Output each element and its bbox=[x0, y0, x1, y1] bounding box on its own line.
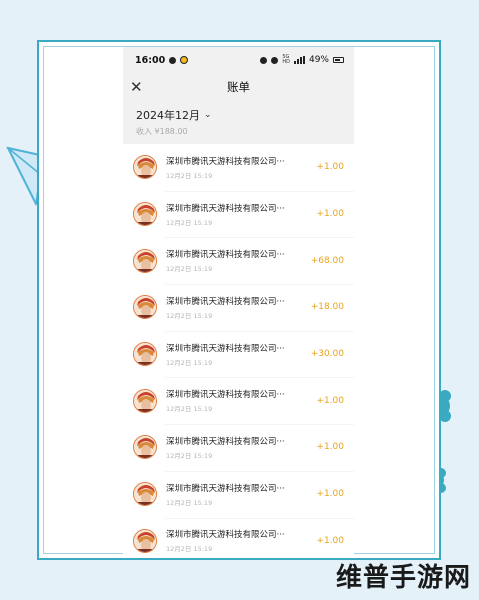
transaction-amount: +30.00 bbox=[310, 349, 344, 360]
transaction-date: 12月2日 15:19 bbox=[166, 171, 213, 180]
notification-icon bbox=[169, 56, 177, 64]
battery-percent: 49% bbox=[308, 55, 329, 65]
page-title: 账单 bbox=[227, 80, 250, 94]
row-text: 深圳市腾讯天游科技有限公司··· 12月2日 15:19 bbox=[166, 202, 310, 227]
row-text: 深圳市腾讯天游科技有限公司··· 12月2日 15:19 bbox=[166, 342, 305, 367]
merchant-name: 深圳市腾讯天游科技有限公司··· bbox=[166, 250, 285, 261]
battery-icon bbox=[333, 57, 344, 63]
transaction-date: 12月2日 15:19 bbox=[166, 311, 213, 320]
app-notification-icon bbox=[180, 56, 189, 64]
row-text: 深圳市腾讯天游科技有限公司··· 12月2日 15:19 bbox=[166, 528, 310, 553]
merchant-name: 深圳市腾讯天游科技有限公司··· bbox=[166, 156, 285, 167]
game-hero-avatar bbox=[133, 202, 157, 227]
chevron-down-icon: ⌄ bbox=[204, 110, 212, 120]
signal-icon bbox=[293, 56, 305, 64]
transaction-date: 12月2日 15:19 bbox=[166, 405, 213, 414]
transaction-row[interactable]: 深圳市腾讯天游科技有限公司··· 12月2日 15:19 +1.00 bbox=[123, 377, 354, 424]
transaction-date: 12月2日 15:19 bbox=[166, 218, 213, 227]
transaction-row[interactable]: 深圳市腾讯天游科技有限公司··· 12月2日 15:19 +1.00 bbox=[123, 517, 354, 555]
merchant-name: 深圳市腾讯天游科技有限公司··· bbox=[166, 203, 285, 214]
game-hero-avatar bbox=[133, 155, 157, 180]
transaction-date: 12月2日 15:19 bbox=[166, 545, 213, 554]
game-hero-avatar bbox=[133, 295, 157, 320]
transaction-row[interactable]: 深圳市腾讯天游科技有限公司··· 12月2日 15:19 +1.00 bbox=[123, 424, 354, 471]
transaction-row[interactable]: 深圳市腾讯天游科技有限公司··· 12月2日 15:19 +1.00 bbox=[123, 470, 354, 518]
month-label: 2024年12月 bbox=[136, 109, 200, 122]
transaction-date: 12月2日 15:19 bbox=[166, 498, 213, 507]
status-time: 16:00 bbox=[135, 54, 166, 66]
row-text: 深圳市腾讯天游科技有限公司··· 12月2日 15:19 bbox=[166, 388, 310, 413]
transaction-amount: +1.00 bbox=[316, 489, 344, 500]
phone-screen: 16:00 5G HD 49% ✕ 账单 2024年12月 ⌄ 收入 ¥188.… bbox=[123, 47, 354, 554]
merchant-name: 深圳市腾讯天游科技有限公司··· bbox=[166, 436, 285, 447]
row-text: 深圳市腾讯天游科技有限公司··· 12月2日 15:19 bbox=[166, 435, 310, 460]
transaction-date: 12月2日 15:19 bbox=[166, 358, 213, 367]
transaction-amount: +1.00 bbox=[316, 162, 344, 173]
transaction-row[interactable]: 深圳市腾讯天游科技有限公司··· 12月2日 15:19 +1.00 bbox=[123, 190, 354, 238]
merchant-name: 深圳市腾讯天游科技有限公司··· bbox=[166, 530, 285, 541]
game-hero-avatar bbox=[133, 388, 157, 413]
nav-bar: ✕ 账单 bbox=[123, 73, 354, 101]
transaction-list: 深圳市腾讯天游科技有限公司··· 12月2日 15:19 +1.00 深圳市腾讯天游科… bbox=[123, 144, 354, 554]
game-hero-avatar bbox=[133, 342, 157, 367]
transaction-date: 12月2日 15:19 bbox=[166, 265, 213, 274]
alarm-icon bbox=[260, 56, 268, 64]
game-hero-avatar bbox=[133, 248, 157, 273]
month-selector[interactable]: 2024年12月 ⌄ bbox=[136, 107, 342, 123]
month-section: 2024年12月 ⌄ 收入 ¥188.00 bbox=[123, 101, 354, 144]
transaction-row[interactable]: 深圳市腾讯天游科技有限公司··· 12月2日 15:19 +68.00 bbox=[123, 237, 354, 284]
transaction-amount: +68.00 bbox=[310, 255, 344, 266]
header-area: 16:00 5G HD 49% ✕ 账单 2024年12月 ⌄ 收入 ¥188.… bbox=[123, 47, 354, 144]
game-hero-avatar bbox=[133, 435, 157, 460]
row-text: 深圳市腾讯天游科技有限公司··· 12月2日 15:19 bbox=[166, 155, 310, 180]
status-bar: 16:00 5G HD 49% bbox=[123, 47, 354, 73]
transaction-date: 12月2日 15:19 bbox=[166, 451, 213, 460]
transaction-amount: +1.00 bbox=[316, 395, 344, 406]
merchant-name: 深圳市腾讯天游科技有限公司··· bbox=[166, 390, 285, 401]
merchant-name: 深圳市腾讯天游科技有限公司··· bbox=[166, 343, 285, 354]
close-icon[interactable]: ✕ bbox=[130, 77, 143, 97]
row-text: 深圳市腾讯天游科技有限公司··· 12月2日 15:19 bbox=[166, 482, 310, 507]
transaction-row[interactable]: 深圳市腾讯天游科技有限公司··· 12月2日 15:19 +30.00 bbox=[123, 330, 354, 378]
network-type-label: 5G HD bbox=[282, 54, 290, 65]
income-summary: 收入 ¥188.00 bbox=[136, 127, 188, 136]
row-text: 深圳市腾讯天游科技有限公司··· 12月2日 15:19 bbox=[166, 295, 305, 320]
transaction-amount: +1.00 bbox=[316, 442, 344, 453]
transaction-amount: +1.00 bbox=[316, 535, 344, 546]
transaction-row[interactable]: 深圳市腾讯天游科技有限公司··· 12月2日 15:19 +18.00 bbox=[123, 284, 354, 331]
merchant-name: 深圳市腾讯天游科技有限公司··· bbox=[166, 296, 285, 307]
game-hero-avatar bbox=[133, 528, 157, 553]
watermark-logo: 维普手游网 bbox=[335, 563, 471, 593]
vibrate-icon bbox=[271, 56, 279, 64]
game-hero-avatar bbox=[133, 482, 157, 507]
transaction-amount: +18.00 bbox=[310, 302, 344, 313]
merchant-name: 深圳市腾讯天游科技有限公司··· bbox=[166, 483, 285, 494]
transaction-amount: +1.00 bbox=[316, 209, 344, 220]
transaction-row[interactable]: 深圳市腾讯天游科技有限公司··· 12月2日 15:19 +1.00 bbox=[123, 144, 354, 191]
row-text: 深圳市腾讯天游科技有限公司··· 12月2日 15:19 bbox=[166, 248, 305, 273]
